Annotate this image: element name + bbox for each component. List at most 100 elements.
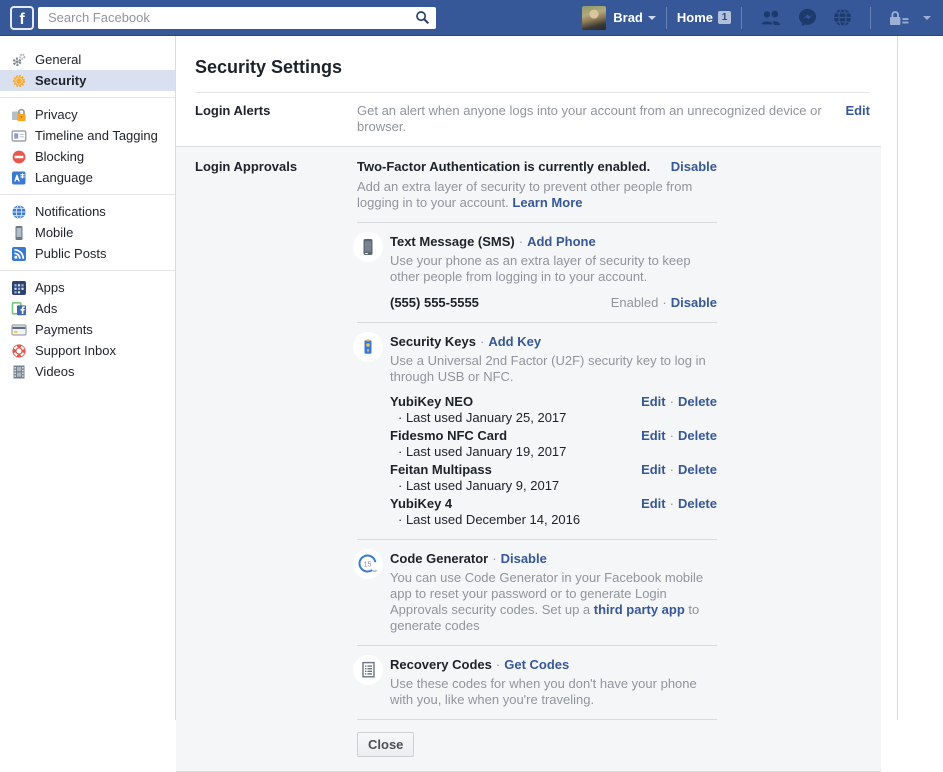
- security-key-last-used: · Last used January 9, 2017: [390, 478, 559, 494]
- sms-disable-link[interactable]: Disable: [671, 295, 717, 310]
- film-strip-icon: [11, 364, 27, 380]
- sidebar-item-label: Apps: [35, 280, 65, 295]
- login-approvals-section: Login Approvals Two-Factor Authenticatio…: [176, 146, 881, 772]
- add-phone-link[interactable]: Add Phone: [527, 234, 596, 249]
- sidebar-item-label: Timeline and Tagging: [35, 128, 158, 143]
- sidebar-item-timeline-tagging[interactable]: Timeline and Tagging: [0, 125, 175, 146]
- sidebar-item-videos[interactable]: Videos: [0, 361, 175, 382]
- sidebar-item-label: Language: [35, 170, 93, 185]
- notifications-globe-icon[interactable]: [833, 8, 852, 27]
- key-delete-link[interactable]: Delete: [678, 394, 717, 409]
- security-key-info: Feitan Multipass · Last used January 9, …: [390, 462, 559, 494]
- security-key-row: YubiKey 4 · Last used December 14, 2016 …: [390, 496, 717, 528]
- login-approvals-label: Login Approvals: [176, 159, 357, 175]
- separator-dot: ·: [492, 551, 496, 566]
- security-key-actions: Edit · Delete: [641, 394, 717, 426]
- topbar-right-cluster: Brad Home 1: [582, 6, 931, 30]
- security-key-name: YubiKey 4: [390, 496, 580, 512]
- recovery-codes-description: Use these codes for when you don't have …: [390, 676, 717, 708]
- security-keys-description: Use a Universal 2nd Factor (U2F) securit…: [390, 353, 717, 385]
- settings-main-panel: Security Settings Login Alerts Get an al…: [176, 36, 898, 720]
- profile-caret-icon[interactable]: [648, 16, 656, 20]
- sidebar-item-payments[interactable]: Payments: [0, 319, 175, 340]
- key-delete-link[interactable]: Delete: [678, 496, 717, 511]
- security-key-name: Fidesmo NFC Card: [390, 428, 566, 444]
- sidebar-item-notifications[interactable]: Notifications: [0, 201, 175, 222]
- code-generator-title-line: Code Generator·Disable: [390, 551, 717, 567]
- two-factor-status-text: Two-Factor Authentication is currently e…: [357, 159, 650, 175]
- divider: [357, 322, 717, 323]
- search-icon[interactable]: [415, 10, 430, 25]
- sms-title-line: Text Message (SMS)·Add Phone: [390, 234, 717, 250]
- rss-icon: [11, 246, 27, 262]
- home-link[interactable]: Home 1: [677, 10, 731, 25]
- sidebar-item-ads[interactable]: Ads: [0, 298, 175, 319]
- separator-dot: ·: [496, 657, 500, 672]
- security-key-row: Feitan Multipass · Last used January 9, …: [390, 462, 717, 494]
- separator-dot: ·: [662, 295, 666, 310]
- sidebar-item-support-inbox[interactable]: Support Inbox: [0, 340, 175, 361]
- sms-body: Text Message (SMS)·Add Phone Use your ph…: [390, 234, 717, 311]
- sidebar-item-general[interactable]: General: [0, 49, 175, 70]
- add-key-link[interactable]: Add Key: [488, 334, 541, 349]
- key-delete-link[interactable]: Delete: [678, 462, 717, 477]
- avatar[interactable]: [582, 6, 606, 30]
- login-approvals-description: Add an extra layer of security to preven…: [357, 179, 717, 211]
- facebook-logo[interactable]: f: [10, 6, 34, 30]
- timeline-icon: [11, 128, 27, 144]
- key-edit-link[interactable]: Edit: [641, 394, 666, 409]
- separator-dot: ·: [670, 462, 674, 477]
- privacy-shortcuts-lock-icon[interactable]: [889, 10, 909, 26]
- recovery-codes-subsection: Recovery Codes · Get Codes Use these codes…: [357, 657, 717, 708]
- topbar-divider: [666, 7, 667, 29]
- code-generator-disable-link[interactable]: Disable: [501, 551, 547, 566]
- key-edit-link[interactable]: Edit: [641, 462, 666, 477]
- security-key-icon: [353, 332, 383, 362]
- sidebar-item-blocking[interactable]: Blocking: [0, 146, 175, 167]
- account-menu-caret-icon[interactable]: [923, 16, 931, 20]
- sidebar-item-language[interactable]: Language: [0, 167, 175, 188]
- login-alerts-edit-link[interactable]: Edit: [845, 103, 870, 119]
- get-codes-link[interactable]: Get Codes: [504, 657, 569, 672]
- security-keys-title-line: Security Keys·Add Key: [390, 334, 717, 350]
- divider: [357, 539, 717, 540]
- search-input[interactable]: [46, 9, 415, 26]
- settings-sidebar: General Security Privacy Timeline and Ta…: [0, 36, 176, 720]
- key-delete-link[interactable]: Delete: [678, 428, 717, 443]
- security-key-row: Fidesmo NFC Card · Last used January 19,…: [390, 428, 717, 460]
- security-key-last-used: · Last used January 19, 2017: [390, 444, 566, 460]
- credit-card-icon: [11, 322, 27, 338]
- mobile-phone-icon: [11, 225, 27, 241]
- facebook-logo-letter: f: [19, 11, 24, 28]
- recovery-codes-title-line: Recovery Codes · Get Codes: [390, 657, 717, 673]
- close-button[interactable]: Close: [357, 732, 414, 757]
- key-edit-link[interactable]: Edit: [641, 428, 666, 443]
- search-box: [38, 7, 436, 29]
- divider: [357, 222, 717, 223]
- security-key-row: YubiKey NEO · Last used January 25, 2017…: [390, 394, 717, 426]
- code-generator-timer-icon: 15: [353, 549, 383, 579]
- security-keys-title: Security Keys: [390, 334, 476, 349]
- sidebar-item-security[interactable]: Security: [0, 70, 175, 91]
- security-key-actions: Edit · Delete: [641, 462, 717, 494]
- separator-dot: ·: [670, 394, 674, 409]
- profile-name[interactable]: Brad: [613, 10, 643, 25]
- security-key-info: YubiKey 4 · Last used December 14, 2016: [390, 496, 580, 528]
- key-edit-link[interactable]: Edit: [641, 496, 666, 511]
- sidebar-item-public-posts[interactable]: Public Posts: [0, 243, 175, 264]
- sidebar-item-privacy[interactable]: Privacy: [0, 104, 175, 125]
- learn-more-link[interactable]: Learn More: [512, 195, 582, 210]
- sidebar-item-mobile[interactable]: Mobile: [0, 222, 175, 243]
- two-factor-disable-link[interactable]: Disable: [671, 159, 717, 175]
- recovery-codes-title: Recovery Codes: [390, 657, 492, 672]
- sidebar-group: Privacy Timeline and Tagging Blocking La…: [0, 97, 175, 188]
- sidebar-item-apps[interactable]: Apps: [0, 277, 175, 298]
- two-factor-status-row: Two-Factor Authentication is currently e…: [357, 159, 717, 175]
- messenger-icon[interactable]: [798, 8, 817, 27]
- security-key-name: Feitan Multipass: [390, 462, 559, 478]
- sidebar-group: Notifications Mobile Public Posts: [0, 194, 175, 264]
- third-party-app-link[interactable]: third party app: [594, 602, 685, 617]
- svg-text:15: 15: [364, 561, 372, 568]
- phone-icon: [353, 232, 383, 262]
- friend-requests-icon[interactable]: [760, 9, 782, 26]
